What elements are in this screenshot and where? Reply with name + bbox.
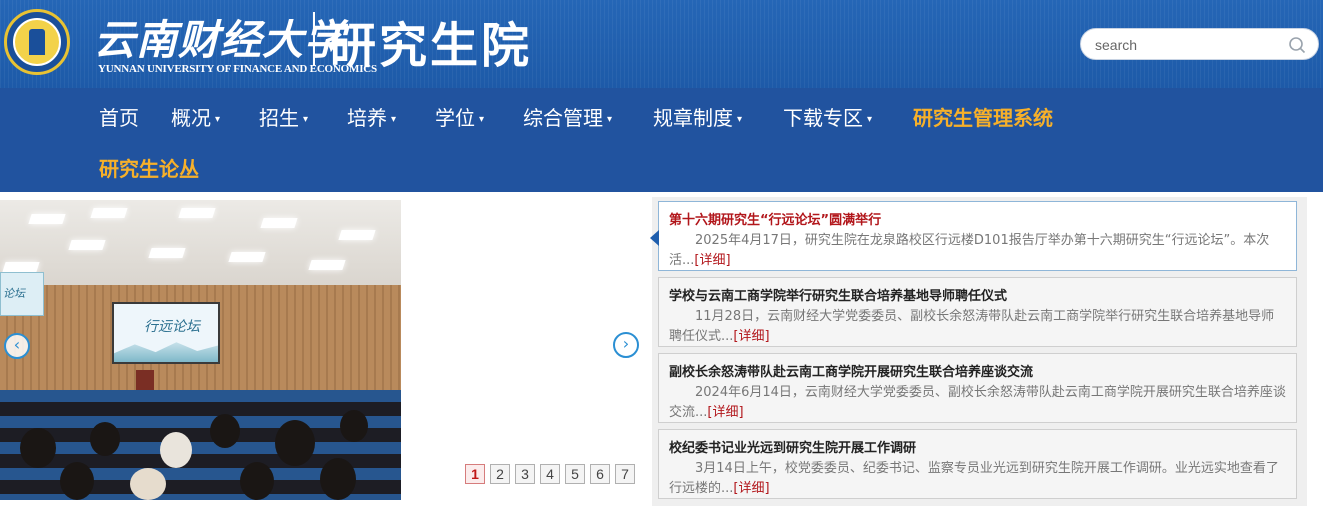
news-title[interactable]: 学校与云南工商学院举行研究生联合培养基地导师聘任仪式 — [669, 285, 1007, 304]
slider-prev-button[interactable]: ‹ — [4, 333, 30, 359]
nav-item-administration[interactable]: 综合管理 ▾ — [523, 102, 612, 132]
forum-screen: 行远论坛 — [112, 302, 220, 364]
news-title[interactable]: 副校长余怒涛带队赴云南工商学院开展研究生联合培养座谈交流 — [669, 361, 1033, 380]
site-header: 云南财经大学 YUNNAN UNIVERSITY OF FINANCE AND … — [0, 0, 1323, 88]
nav-item-graduate-forum[interactable]: 研究生论丛 — [99, 153, 199, 183]
search-box — [1080, 28, 1319, 60]
news-item[interactable]: 副校长余怒涛带队赴云南工商学院开展研究生联合培养座谈交流 2024年6月14日，… — [658, 353, 1297, 423]
nav-item-home[interactable]: 首页 — [99, 102, 139, 132]
chevron-down-icon: ▾ — [479, 114, 485, 125]
chevron-down-icon: ▾ — [867, 114, 873, 125]
page-button-6[interactable]: 6 — [590, 464, 610, 484]
news-more-link[interactable]: [详细] — [707, 405, 743, 420]
news-item[interactable]: 校纪委书记业光远到研究生院开展工作调研 3月14日上午，校党委委员、纪委书记、监… — [658, 429, 1297, 499]
nav-item-graduate-system[interactable]: 研究生管理系统 — [913, 102, 1053, 132]
news-title[interactable]: 第十六期研究生“行远论坛”圆满举行 — [669, 209, 881, 228]
nav-item-overview[interactable]: 概况 ▾ — [171, 102, 220, 132]
nav-item-downloads[interactable]: 下载专区 ▾ — [783, 102, 872, 132]
news-more-link[interactable]: [详细] — [733, 481, 769, 496]
nav-item-training[interactable]: 培养 ▾ — [347, 102, 396, 132]
chevron-down-icon: ▾ — [303, 114, 309, 125]
search-icon[interactable] — [1288, 36, 1306, 54]
news-slider-image[interactable]: 论坛 行远论坛 — [0, 200, 401, 500]
university-name-cn: 云南财经大学 — [94, 16, 346, 64]
news-item[interactable]: 第十六期研究生“行远论坛”圆满举行 2025年4月17日，研究生院在龙泉路校区行… — [650, 201, 1297, 271]
news-summary: 11月28日，云南财经大学党委委员、副校长余怒涛带队赴云南工商学院举行研究生联合… — [669, 309, 1275, 344]
news-more-link[interactable]: [详细] — [733, 329, 769, 344]
forum-banner: 论坛 — [0, 272, 44, 316]
news-summary: 2024年6月14日，云南财经大学党委委员、副校长余怒涛带队赴云南工商学院开展研… — [669, 385, 1286, 420]
news-summary: 2025年4月17日，研究生院在龙泉路校区行远楼D101报告厅举办第十六期研究生… — [669, 233, 1270, 268]
chevron-down-icon: ▾ — [215, 114, 221, 125]
page-button-7[interactable]: 7 — [615, 464, 635, 484]
title-divider — [313, 12, 315, 66]
chevron-down-icon: ▾ — [391, 114, 397, 125]
active-pointer-icon — [650, 230, 659, 246]
nav-item-admissions[interactable]: 招生 ▾ — [259, 102, 308, 132]
news-title[interactable]: 校纪委书记业光远到研究生院开展工作调研 — [669, 437, 916, 456]
chevron-down-icon: ▾ — [737, 114, 743, 125]
page-button-2[interactable]: 2 — [490, 464, 510, 484]
university-seal-logo[interactable] — [4, 9, 70, 75]
nav-item-degree[interactable]: 学位 ▾ — [435, 102, 484, 132]
slider-pagination: 1 2 3 4 5 6 7 — [465, 464, 640, 486]
nav-item-regulations[interactable]: 规章制度 ▾ — [653, 102, 742, 132]
news-more-link[interactable]: [详细] — [694, 253, 730, 268]
search-input[interactable] — [1095, 35, 1285, 55]
news-item[interactable]: 学校与云南工商学院举行研究生联合培养基地导师聘任仪式 11月28日，云南财经大学… — [658, 277, 1297, 347]
page-button-1[interactable]: 1 — [465, 464, 485, 484]
news-list: 第十六期研究生“行远论坛”圆满举行 2025年4月17日，研究生院在龙泉路校区行… — [650, 197, 1307, 506]
slider-next-button[interactable]: › — [613, 332, 639, 358]
chevron-down-icon: ▾ — [607, 114, 613, 125]
page-button-5[interactable]: 5 — [565, 464, 585, 484]
page-button-3[interactable]: 3 — [515, 464, 535, 484]
news-summary: 3月14日上午，校党委委员、纪委书记、监察专员业光远到研究生院开展工作调研。业光… — [669, 461, 1279, 496]
school-name: 研究生院 — [328, 18, 533, 74]
page-button-4[interactable]: 4 — [540, 464, 560, 484]
main-nav: 首页 概况 ▾ 招生 ▾ 培养 ▾ 学位 ▾ 综合管理 ▾ 规章制度 ▾ 下载专区 ▾ 研究生… — [0, 88, 1323, 192]
